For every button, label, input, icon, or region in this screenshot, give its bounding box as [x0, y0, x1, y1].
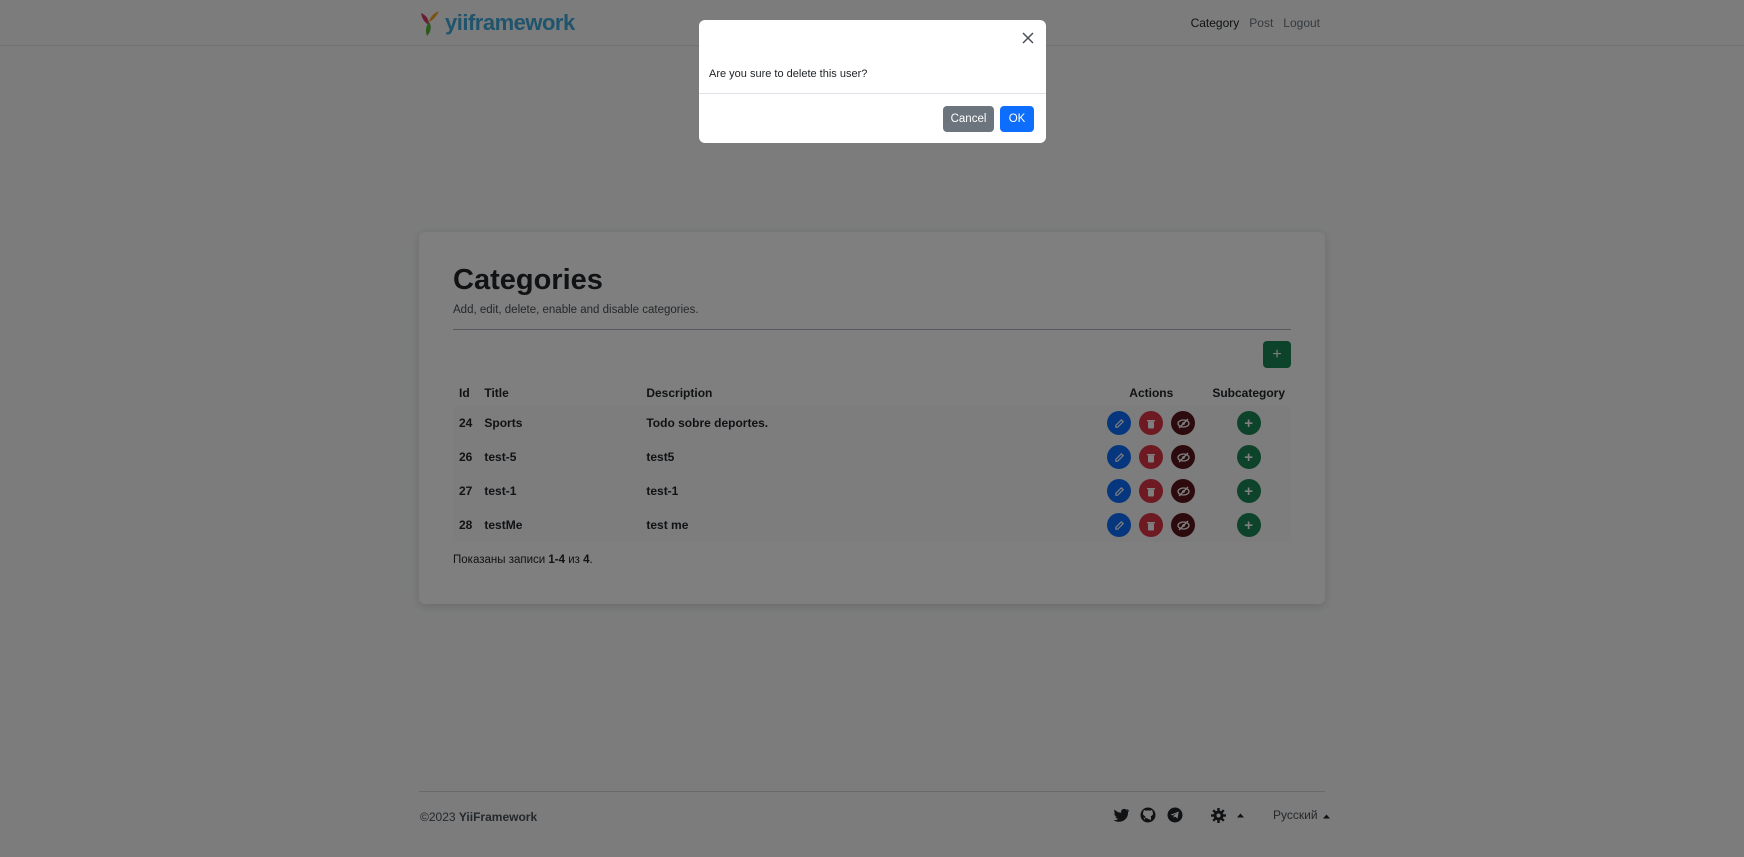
modal-divider — [699, 93, 1046, 94]
cancel-button[interactable]: Cancel — [943, 106, 994, 132]
ok-button[interactable]: OK — [1000, 106, 1034, 132]
close-button[interactable] — [1020, 30, 1036, 46]
confirm-dialog: Are you sure to delete this user? Cancel… — [699, 20, 1046, 143]
confirm-message: Are you sure to delete this user? — [709, 68, 868, 80]
close-icon — [1022, 32, 1034, 44]
